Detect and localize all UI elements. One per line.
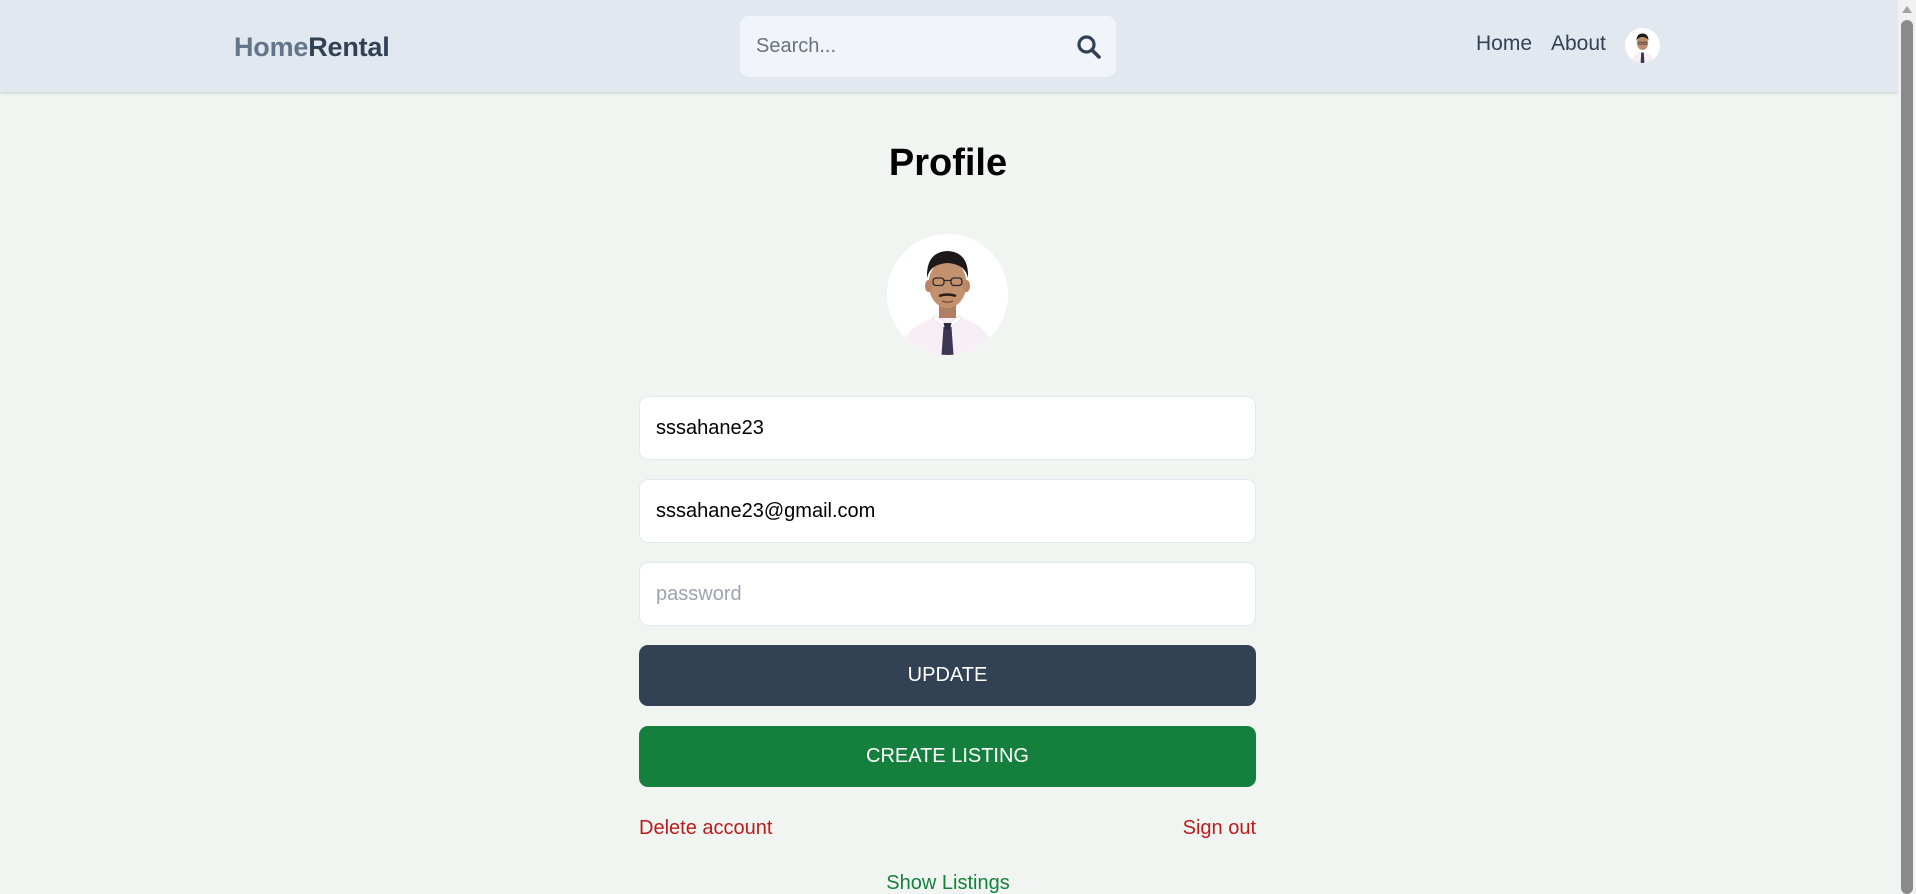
show-listings-link: Show Listings <box>0 872 1896 894</box>
show-listings-label[interactable]: Show Listings <box>886 872 1009 894</box>
top-navbar: HomeRental Home About <box>0 0 1898 92</box>
username-field[interactable] <box>639 396 1256 460</box>
email-field[interactable] <box>639 479 1256 543</box>
sign-out-link[interactable]: Sign out <box>1183 817 1256 840</box>
scroll-thumb[interactable] <box>1901 20 1913 894</box>
nav-home-link[interactable]: Home <box>1476 32 1532 56</box>
search-icon[interactable] <box>1076 34 1102 60</box>
delete-account-link[interactable]: Delete account <box>639 817 772 840</box>
nav-about-link[interactable]: About <box>1551 32 1606 56</box>
search-form <box>740 16 1116 77</box>
logo-home-text: Home <box>234 32 309 62</box>
header-avatar[interactable] <box>1625 28 1660 63</box>
scroll-up-arrow-icon[interactable] <box>1902 6 1912 13</box>
update-button[interactable]: UPDATE <box>639 645 1256 706</box>
search-input[interactable] <box>756 16 1056 77</box>
create-listing-button[interactable]: CREATE LISTING <box>639 726 1256 787</box>
page-scrollbar[interactable] <box>1898 0 1916 894</box>
page-title: Profile <box>888 142 1008 184</box>
profile-avatar[interactable] <box>887 234 1008 355</box>
site-logo[interactable]: HomeRental <box>234 32 390 63</box>
logo-rental-text: Rental <box>308 32 390 62</box>
password-field[interactable] <box>639 562 1256 626</box>
